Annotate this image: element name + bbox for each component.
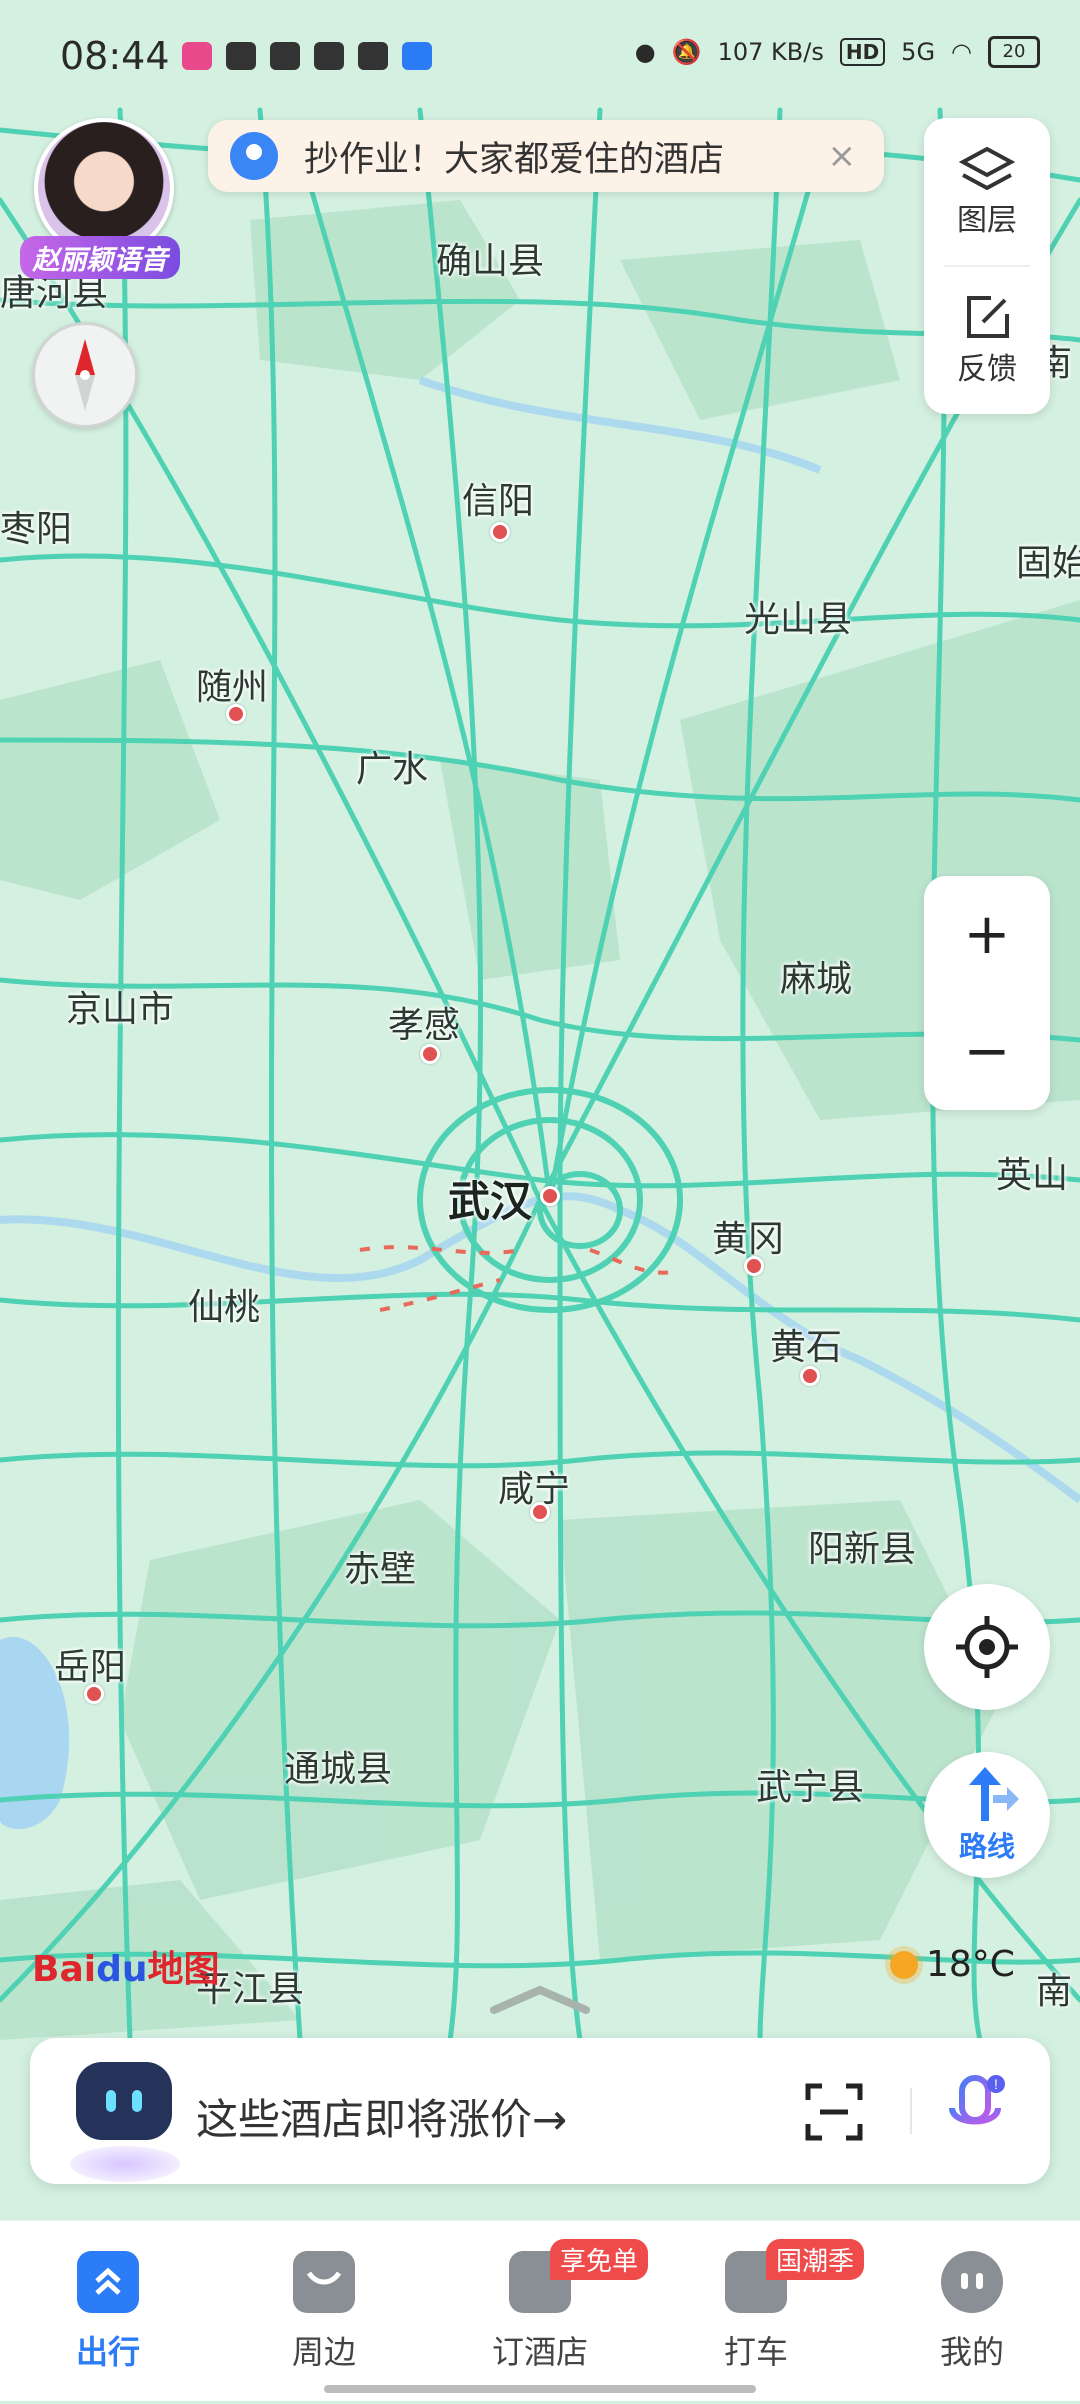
feedback-button[interactable]: 反馈 (924, 266, 1050, 414)
notification-icons (182, 42, 432, 70)
scan-icon[interactable] (804, 2082, 864, 2142)
banner-text: 抄作业！大家都爱住的酒店 (304, 139, 725, 180)
map-label: 英山 (996, 1155, 1069, 1196)
map-label: 光山县 (744, 599, 853, 640)
map-label: 固始 (1016, 543, 1080, 584)
robot-glow (70, 2146, 180, 2182)
zoom-controls: + − (924, 876, 1050, 1110)
layers-label: 图层 (957, 203, 1017, 238)
compass-icon (75, 339, 95, 411)
app-icon (358, 42, 388, 70)
wifi-icon: ◠ (951, 38, 972, 66)
chevron-up-icon[interactable] (488, 1984, 592, 2014)
bottom-nav: 出行 周边 享免单 订酒店 国潮季 打车 我的 (0, 2220, 1080, 2401)
sun-icon (890, 1950, 918, 1979)
feedback-label: 反馈 (957, 352, 1017, 387)
telegram-icon (226, 42, 256, 70)
promo-badge: 国潮季 (766, 2239, 865, 2280)
edit-icon (967, 296, 1009, 338)
weather-widget[interactable]: 18°C (890, 1944, 1015, 1985)
map-label: 通城县 (284, 1749, 393, 1790)
app-icon (270, 42, 300, 70)
locate-button[interactable] (924, 1584, 1050, 1710)
battery-icon: 20 (988, 36, 1040, 68)
voice-pack-label: 赵丽颖语音 (20, 236, 180, 279)
map-label: 广水 (356, 749, 429, 790)
nearby-icon (293, 2251, 355, 2313)
map-tools-panel: 图层 反馈 (924, 118, 1050, 414)
nav-item-hotel[interactable]: 享免单 订酒店 (460, 2239, 649, 2373)
svg-text:!: ! (994, 2076, 998, 2092)
map-label: 武宁县 (756, 1767, 865, 1808)
map-label: 确山县 (436, 241, 545, 282)
map-label: 黄石 (770, 1327, 843, 1368)
city-marker (226, 704, 246, 724)
locate-icon (956, 1616, 1018, 1678)
map-label: 枣阳 (0, 509, 73, 550)
microphone-icon[interactable]: ! (946, 2074, 1006, 2150)
layers-button[interactable]: 图层 (924, 118, 1050, 266)
city-marker (744, 1256, 764, 1276)
map-label: 阳新县 (808, 1529, 917, 1570)
close-icon[interactable]: × (828, 136, 857, 176)
compass-button[interactable] (32, 322, 138, 428)
map-label: 随州 (196, 667, 269, 708)
assistant-robot-icon[interactable] (76, 2062, 172, 2140)
city-marker (420, 1044, 440, 1064)
status-bar: 08:44 ● 🔕 107 KB/s HD 5G ◠ 20 (0, 0, 1080, 110)
route-label: 路线 (958, 1830, 1015, 1863)
app-icon (402, 42, 432, 70)
map-label: 武汉 (448, 1177, 533, 1226)
nav-item-travel[interactable]: 出行 (28, 2251, 188, 2373)
map-label: 仙桃 (188, 1287, 261, 1328)
nav-item-mine[interactable]: 我的 (892, 2251, 1052, 2373)
map-label: 孝感 (388, 1005, 461, 1046)
divider (944, 265, 1030, 267)
temperature: 18°C (926, 1944, 1015, 1985)
signal-icon: 5G (901, 38, 936, 66)
profile-icon (941, 2251, 1003, 2313)
free-badge: 享免单 (550, 2239, 649, 2280)
alipay-icon (314, 42, 344, 70)
city-marker (800, 1366, 820, 1386)
map-label: 麻城 (780, 959, 853, 1000)
city-marker (84, 1684, 104, 1704)
zoom-out-button[interactable]: − (924, 993, 1050, 1110)
city-marker (490, 522, 510, 542)
hotel-promo-banner[interactable]: 抄作业！大家都爱住的酒店 × (208, 120, 884, 192)
net-speed: 107 KB/s (717, 38, 824, 66)
city-marker (540, 1186, 560, 1206)
location-pin-icon (230, 132, 278, 180)
zoom-in-button[interactable]: + (924, 876, 1050, 993)
hd-icon: HD (839, 38, 886, 66)
mute-icon: 🔕 (671, 38, 702, 66)
location-icon: ● (634, 38, 656, 66)
map-label: 京山市 (66, 989, 175, 1030)
voice-pack-avatar[interactable]: 赵丽颖语音 (20, 118, 180, 279)
route-button[interactable]: 路线 (924, 1752, 1050, 1878)
home-indicator[interactable] (324, 2385, 756, 2393)
layers-icon (959, 146, 1015, 191)
city-marker (530, 1502, 550, 1522)
clock: 08:44 (60, 34, 170, 78)
map-label: 岳阳 (54, 1647, 127, 1688)
nav-item-taxi[interactable]: 国潮季 打车 (676, 2239, 865, 2373)
search-card[interactable]: 这些酒店即将涨价→ ! (30, 2038, 1050, 2184)
map-label: 赤壁 (344, 1549, 417, 1590)
app-icon (182, 42, 212, 70)
baidu-map-logo: Baidu地图 (32, 1949, 220, 1990)
map-label: 南 (1036, 1971, 1073, 2012)
nav-item-nearby[interactable]: 周边 (244, 2251, 404, 2373)
search-prompt[interactable]: 这些酒店即将涨价→ (196, 2086, 567, 2147)
route-arrow-icon (969, 1767, 1019, 1821)
divider (910, 2088, 912, 2134)
travel-icon (77, 2251, 139, 2313)
map-label: 黄冈 (712, 1219, 785, 1260)
map-label: 信阳 (462, 481, 535, 522)
system-icons: ● 🔕 107 KB/s HD 5G ◠ 20 (635, 36, 1040, 68)
